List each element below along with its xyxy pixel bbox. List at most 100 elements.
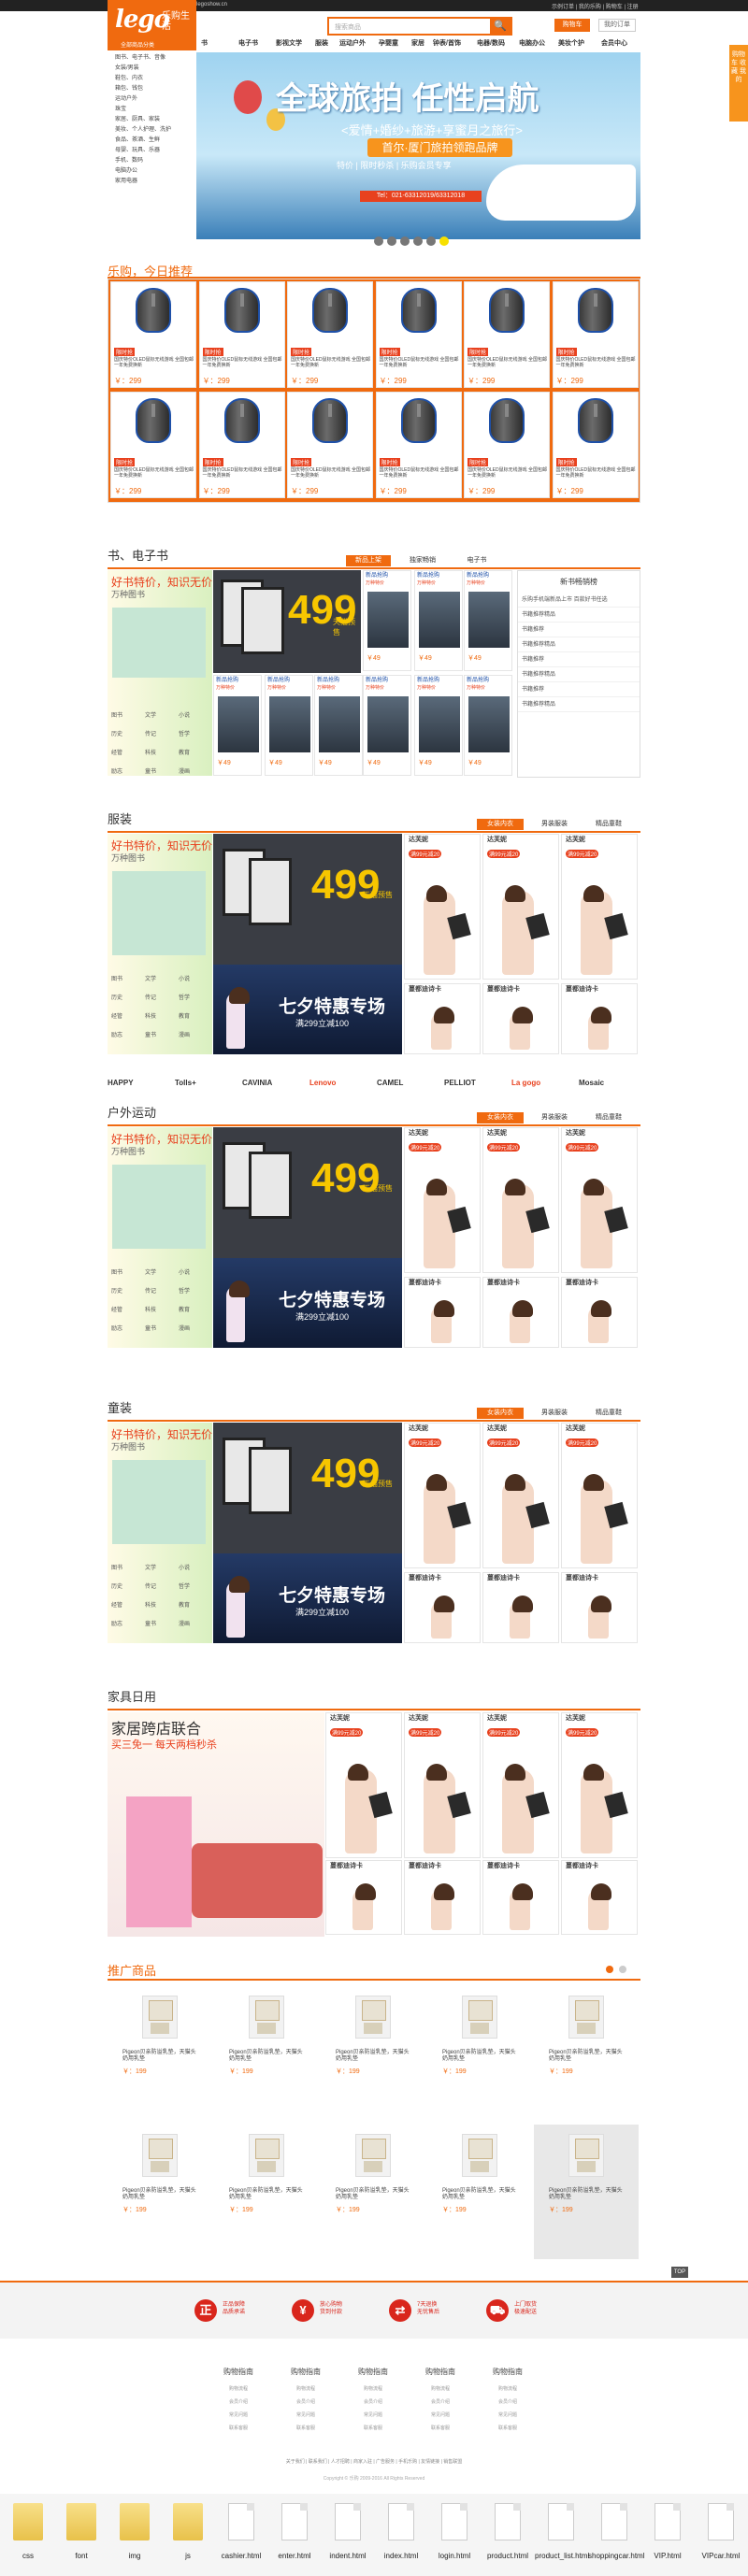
sale-banner[interactable]: 七夕特惠专场 满299立减100 xyxy=(213,1553,402,1643)
carousel-dot[interactable] xyxy=(374,236,383,246)
book-category[interactable]: 文学 xyxy=(145,1563,156,1571)
rank-item[interactable]: 书籍推荐 xyxy=(518,652,640,667)
book-category[interactable]: 励志 xyxy=(111,1324,122,1332)
service-item[interactable]: ⇄ 7天退换 无忧售后 xyxy=(389,2294,492,2327)
home-card[interactable]: 达芙妮 满99元减20 xyxy=(482,1712,559,1858)
book-category[interactable]: 文学 xyxy=(145,710,156,723)
nav-item[interactable]: 家居 xyxy=(411,38,424,48)
book-category[interactable]: 漫画 xyxy=(179,1324,190,1332)
nav-item[interactable]: 钟表/首饰 xyxy=(433,38,461,48)
book-category[interactable]: 哲学 xyxy=(179,729,190,741)
section-promo[interactable]: 好书特价，知识无价 万种图书 图书 文学 小说 历史 传记 哲学 经管 科技 教育 励志 童书 漫画 xyxy=(108,1423,212,1643)
book-category[interactable]: 科技 xyxy=(145,1305,156,1313)
footer-link[interactable]: 会员介绍 xyxy=(408,2398,473,2411)
file-item[interactable]: index.html xyxy=(381,2497,422,2572)
orders-button[interactable]: 我的订单 xyxy=(598,19,636,32)
book-category[interactable]: 教育 xyxy=(179,1305,190,1313)
book-category[interactable]: 科技 xyxy=(145,748,156,760)
footer-link[interactable]: 购物流程 xyxy=(475,2385,540,2398)
category-item[interactable]: 美妆、个人护理、洗护 xyxy=(108,124,196,135)
file-item[interactable]: css xyxy=(7,2497,49,2572)
kindle-ad[interactable]: 499 天猫预售 xyxy=(213,1423,402,1553)
back-to-top[interactable]: TOP xyxy=(671,2267,688,2278)
footer-link[interactable]: 购物流程 xyxy=(408,2385,473,2398)
nav-item[interactable]: 电脑办公 xyxy=(519,38,545,48)
book-category[interactable]: 童书 xyxy=(145,766,156,779)
brand-logo[interactable]: La gogo xyxy=(511,1079,540,1087)
category-item[interactable]: 图书、电子书、音像 xyxy=(108,52,196,63)
section-tab[interactable]: 女装内衣 xyxy=(477,819,524,830)
brand-logo[interactable]: CAMEL xyxy=(377,1079,403,1087)
category-item[interactable]: 箱包、钱包 xyxy=(108,83,196,93)
fashion-card[interactable]: 达芙妮 满99元减20 xyxy=(482,1423,559,1568)
book-category[interactable]: 哲学 xyxy=(179,1286,190,1295)
file-item[interactable]: login.html xyxy=(434,2497,475,2572)
book-category[interactable]: 漫画 xyxy=(179,1030,190,1038)
rank-item[interactable]: 书籍推荐 xyxy=(518,682,640,697)
fashion-card[interactable]: 蔓都迪诗卡 xyxy=(404,1277,481,1348)
promoted-card[interactable]: Pigeon贝亲防溢乳垫，天猫头奶用乳垫 ￥：199 xyxy=(321,1986,425,2121)
promoted-card[interactable]: Pigeon贝亲防溢乳垫，天猫头奶用乳垫 ￥：199 xyxy=(108,2125,212,2259)
book-category[interactable]: 小说 xyxy=(179,710,190,723)
rank-item[interactable]: 书籍推荐精品 xyxy=(518,608,640,623)
book-category[interactable]: 科技 xyxy=(145,1011,156,1020)
search-icon[interactable]: 🔍 xyxy=(490,19,511,34)
book-category[interactable]: 图书 xyxy=(111,1563,122,1571)
top-links[interactable]: 示例订单 | 我的乐购 | 购物车 | 注册 xyxy=(552,2,639,10)
fashion-card[interactable]: 蔓都迪诗卡 xyxy=(561,1277,638,1348)
product-card[interactable]: 限时抢 国庆特价OLED鼠标无线游戏 全国包邮 一年免费换新 ￥：299 xyxy=(552,392,639,498)
book-category[interactable]: 漫画 xyxy=(179,1619,190,1627)
fashion-card[interactable]: 达芙妮 满99元减20 xyxy=(482,1127,559,1273)
brand-logo[interactable]: HAPPY xyxy=(108,1079,134,1087)
category-item[interactable]: 家居、厨具、家装 xyxy=(108,114,196,124)
book-category[interactable]: 传记 xyxy=(145,1286,156,1295)
site-url[interactable]: legoshow.cn xyxy=(196,2,227,7)
file-item[interactable]: product_list.html xyxy=(535,2497,589,2572)
book-category[interactable]: 经管 xyxy=(111,1600,122,1609)
nav-item[interactable]: 电器/数码 xyxy=(477,38,505,48)
carousel-dot[interactable] xyxy=(426,236,436,246)
book-category[interactable]: 历史 xyxy=(111,729,122,741)
tab-ebook[interactable]: 电子书 xyxy=(454,555,499,566)
sale-banner[interactable]: 七夕特惠专场 满299立减100 xyxy=(213,1258,402,1348)
rank-item[interactable]: 书籍推荐精品 xyxy=(518,667,640,682)
footer-link[interactable]: 联系客服 xyxy=(340,2425,406,2438)
search-box[interactable]: 搜索商品 🔍 xyxy=(327,17,512,36)
promoted-card[interactable]: Pigeon贝亲防溢乳垫，天猫头奶用乳垫 ￥：199 xyxy=(108,1986,212,2121)
home-promo[interactable]: 家居跨店联合 买三免一 每天两档秒杀 xyxy=(108,1712,324,1937)
book-category[interactable]: 教育 xyxy=(179,748,190,760)
fashion-card[interactable]: 蔓都迪诗卡 xyxy=(404,1572,481,1643)
book-category[interactable]: 小说 xyxy=(179,974,190,982)
fashion-card[interactable]: 达芙妮 满99元减20 xyxy=(404,1423,481,1568)
nav-item[interactable]: 运动户外 xyxy=(339,38,366,48)
book-category[interactable]: 哲学 xyxy=(179,1581,190,1590)
service-item[interactable]: 正正品保障 品质承诺 xyxy=(194,2294,297,2327)
brand-logo[interactable]: CAVINIA xyxy=(242,1079,272,1087)
book-category[interactable]: 教育 xyxy=(179,1600,190,1609)
rank-item[interactable]: 书籍推荐精品 xyxy=(518,697,640,712)
fashion-card[interactable]: 蔓都迪诗卡 xyxy=(404,983,481,1054)
cart-button[interactable]: 购物车 xyxy=(554,19,590,32)
page-dot[interactable] xyxy=(619,1966,626,1973)
product-card[interactable]: 限时抢 国庆特价OLED鼠标无线游戏 全国包邮 一年免费换新 ￥：299 xyxy=(375,392,462,498)
fashion-card[interactable]: 达芙妮 满99元减20 xyxy=(482,834,559,980)
brand-logo[interactable]: Tolls+ xyxy=(175,1079,196,1087)
file-item[interactable]: shoppingcar.html xyxy=(588,2497,644,2572)
product-card[interactable]: 限时抢 国庆特价OLED鼠标无线游戏 全国包邮 一年免费换新 ￥：299 xyxy=(198,281,285,388)
book-card[interactable]: 新品抢购 万种特价 ￥49 xyxy=(464,570,512,671)
book-category[interactable]: 励志 xyxy=(111,1619,122,1627)
fashion-card[interactable]: 达芙妮 满99元减20 xyxy=(561,1127,638,1273)
book-category[interactable]: 历史 xyxy=(111,993,122,1001)
product-card[interactable]: 限时抢 国庆特价OLED鼠标无线游戏 全国包邮 一年免费换新 ￥：299 xyxy=(552,281,639,388)
file-item[interactable]: VIP.html xyxy=(647,2497,688,2572)
page-dot-active[interactable] xyxy=(606,1966,613,1973)
book-category[interactable]: 童书 xyxy=(145,1619,156,1627)
book-card[interactable]: 新品抢购 万种特价 ￥49 xyxy=(414,570,463,671)
promoted-card[interactable]: Pigeon贝亲防溢乳垫，天猫头奶用乳垫 ￥：199 xyxy=(321,2125,425,2259)
fashion-card[interactable]: 蔓都迪诗卡 xyxy=(482,983,559,1054)
book-category[interactable]: 图书 xyxy=(111,974,122,982)
product-card[interactable]: 限时抢 国庆特价OLED鼠标无线游戏 全国包邮 一年免费换新 ￥：299 xyxy=(375,281,462,388)
file-item[interactable]: indent.html xyxy=(327,2497,368,2572)
footer-link[interactable]: 联系客服 xyxy=(206,2425,271,2438)
promoted-card[interactable]: Pigeon贝亲防溢乳垫，天猫头奶用乳垫 ￥：199 xyxy=(214,1986,319,2121)
